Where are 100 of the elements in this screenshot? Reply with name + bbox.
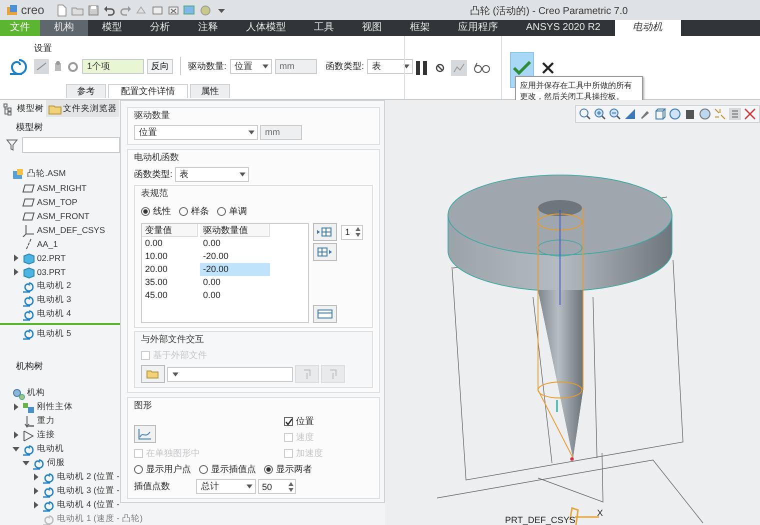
annotation-display-icon[interactable]	[728, 107, 742, 121]
table-export-icon[interactable]	[313, 305, 337, 323]
ribbon-tab[interactable]: 应用程序	[444, 20, 512, 36]
save-icon[interactable]	[87, 4, 100, 16]
dashboard-tab[interactable]: 参考	[66, 84, 106, 98]
document-icon[interactable]	[55, 4, 68, 16]
graph-icon[interactable]	[451, 60, 467, 76]
table-cell[interactable]: 0.00	[200, 289, 270, 302]
plot-icon[interactable]	[134, 425, 156, 443]
drive-quantity-dropdown[interactable]: 位置	[230, 58, 272, 74]
radio-button[interactable]	[141, 207, 150, 216]
tree-item[interactable]: 凸轮.ASM	[27, 168, 66, 180]
ribbon-tab[interactable]: 电动机	[614, 20, 680, 36]
pause-icon[interactable]	[415, 60, 429, 76]
zoom-out-icon[interactable]	[608, 107, 622, 121]
undo-icon[interactable]	[103, 4, 116, 16]
ribbon-tab[interactable]: 人体模型	[232, 20, 300, 36]
tree-item[interactable]: ASM_DEF_CSYS	[37, 225, 106, 235]
dashboard-tab[interactable]: 属性	[190, 84, 230, 98]
display-style-icon[interactable]	[683, 107, 697, 121]
points-spinner[interactable]: 50	[258, 479, 296, 494]
tree-item[interactable]: 电动机 4	[37, 308, 72, 320]
tree-item[interactable]: 机构	[27, 387, 45, 399]
radio-button[interactable]	[134, 465, 143, 474]
tree-item[interactable]: 连接	[37, 429, 55, 441]
ribbon-tab[interactable]: 模型	[88, 20, 136, 36]
table-cell[interactable]: 35.00	[142, 276, 198, 289]
tree-item[interactable]: 电动机 3 (位置 -	[57, 485, 120, 497]
table-cell[interactable]: 20.00	[142, 263, 198, 276]
tree-item[interactable]: 电动机 3	[37, 294, 72, 306]
tree-tab[interactable]: 文件夹浏览器	[46, 100, 119, 117]
tree-item[interactable]: 电动机 4 (位置 -	[57, 499, 120, 511]
row-count-spinner[interactable]: 1	[341, 224, 363, 240]
table-cell[interactable]: 0.00	[142, 237, 198, 250]
tree-item[interactable]: AA_1	[37, 239, 58, 249]
tree-item[interactable]: 电动机 2 (位置 -	[57, 471, 120, 483]
column-header[interactable]: 变量值	[142, 224, 198, 237]
expand-arrow-icon[interactable]	[12, 254, 20, 262]
window-icon[interactable]	[151, 4, 164, 16]
tree-item[interactable]: 电动机 5	[37, 328, 72, 340]
function-type-dropdown[interactable]: 表	[174, 167, 249, 182]
append-row-icon[interactable]	[313, 243, 337, 261]
expand-arrow-icon[interactable]	[12, 268, 20, 276]
ribbon-tab[interactable]: 机构	[40, 20, 88, 36]
table-cell[interactable]: -20.00	[200, 250, 270, 263]
filter-field[interactable]	[22, 137, 120, 153]
tree-item[interactable]: 电动机 1 (速度 - 凸轮)	[57, 513, 143, 525]
collapse-arrow-icon[interactable]	[22, 459, 30, 467]
ribbon-tab[interactable]: ANSYS 2020 R2	[512, 20, 614, 36]
column-header[interactable]: 驱动数量值	[200, 224, 270, 237]
expand-arrow-icon[interactable]	[32, 501, 40, 509]
zoom-in-icon[interactable]	[593, 107, 607, 121]
tree-item[interactable]: 03.PRT	[37, 267, 66, 277]
glasses-icon[interactable]	[473, 62, 491, 74]
tree-header[interactable]: 机构树	[0, 358, 120, 374]
close-icon[interactable]	[542, 62, 554, 74]
reference-field[interactable]: 1个项	[82, 58, 144, 74]
table-cell[interactable]: 0.00	[200, 237, 270, 250]
dashboard-tab[interactable]: 配置文件详情	[108, 84, 188, 98]
cube-icon[interactable]	[653, 107, 667, 121]
table-cell[interactable]: 45.00	[142, 289, 198, 302]
tree-item[interactable]: 02.PRT	[37, 253, 66, 263]
expand-arrow-icon[interactable]	[12, 431, 20, 439]
tree-item[interactable]: 刚性主体	[37, 401, 73, 413]
tree-item[interactable]: ASM_TOP	[37, 197, 78, 207]
drive-quantity-dropdown[interactable]: 位置	[134, 125, 258, 140]
tree-header[interactable]: 模型树	[0, 119, 120, 135]
tree-item[interactable]: ASM_RIGHT	[37, 183, 87, 193]
insert-row-icon[interactable]	[313, 223, 337, 241]
expand-arrow-icon[interactable]	[32, 487, 40, 495]
ribbon-tab[interactable]: 工具	[300, 20, 348, 36]
reverse-button[interactable]: 反向	[147, 58, 173, 74]
tree-item[interactable]: 重力	[37, 415, 55, 427]
radio-button[interactable]	[179, 207, 188, 216]
prohibited-icon[interactable]	[435, 62, 445, 72]
graphics-area[interactable]: PRT_DEF_CSYS X	[385, 100, 760, 525]
ribbon-tab[interactable]: 视图	[348, 20, 396, 36]
zoom-fit-icon[interactable]	[578, 107, 592, 121]
expand-arrow-icon[interactable]	[32, 473, 40, 481]
expand-arrow-icon[interactable]	[12, 403, 20, 411]
radio-button[interactable]	[264, 465, 273, 474]
tree-item[interactable]: 电动机 2	[37, 280, 72, 292]
ribbon-tab[interactable]: 分析	[136, 20, 184, 36]
table-cell[interactable]: 0.00	[200, 276, 270, 289]
tree-item[interactable]: 电动机	[37, 443, 64, 455]
ribbon-tab[interactable]: 注释	[184, 20, 232, 36]
collapse-arrow-icon[interactable]	[12, 445, 20, 453]
tree-item[interactable]: ASM_FRONT	[37, 211, 90, 221]
filter-icon[interactable]	[6, 139, 18, 151]
checkbox[interactable]	[284, 417, 293, 426]
close-window-icon[interactable]	[167, 4, 180, 16]
count-mode-dropdown[interactable]: 总计	[196, 479, 256, 494]
function-type-dropdown[interactable]: 表	[367, 58, 414, 74]
globe-icon[interactable]	[698, 107, 712, 121]
radio-button[interactable]	[199, 465, 208, 474]
tree-item[interactable]: 伺服	[47, 457, 65, 469]
radio-button[interactable]	[217, 207, 226, 216]
table-cell[interactable]: -20.00	[200, 263, 270, 276]
table-cell[interactable]: 10.00	[142, 250, 198, 263]
ribbon-tab[interactable]: 框架	[396, 20, 444, 36]
